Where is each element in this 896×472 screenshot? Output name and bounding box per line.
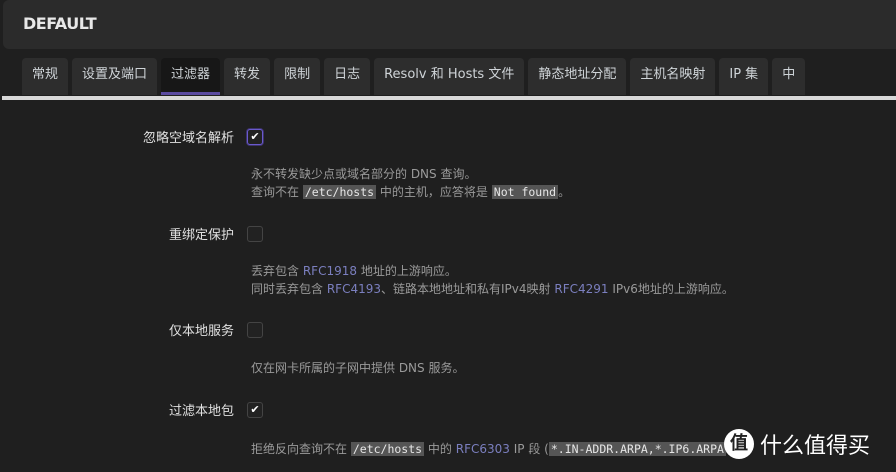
label-bogus-priv: 过滤本地包	[168, 404, 234, 419]
checkbox-local-service[interactable]	[247, 322, 263, 338]
tab-filter[interactable]: 过滤器	[161, 58, 221, 95]
text: IP 段 (	[513, 442, 549, 456]
code: /etc/hosts	[302, 185, 377, 199]
desc-domain-needed: 永不转发缺少点或域名部分的 DNS 查询。 查询不在 /etc/hosts 中的…	[251, 165, 570, 201]
desc-line: 查询不在 /etc/hosts 中的主机，应答将是 Not found。	[251, 183, 570, 201]
tab-forward[interactable]: 转发	[224, 58, 271, 95]
tab-general[interactable]: 常规	[22, 58, 69, 95]
text: IPv6地址的上游响应。	[612, 282, 734, 296]
desc-rebind-protection: 丢弃包含 RFC1918 地址的上游响应。 同时丢弃包含 RFC4193、链路本…	[251, 262, 734, 298]
text: 同时丢弃包含	[251, 282, 324, 296]
checkbox-rebind-protection[interactable]	[247, 226, 263, 242]
watermark-logo: 值什么值得买	[724, 428, 870, 460]
tab-resolv-hosts[interactable]: Resolv 和 Hosts 文件	[374, 58, 525, 95]
rfc-link[interactable]: RFC4193	[327, 282, 381, 296]
code: Not found	[491, 185, 559, 199]
section-header: DEFAULT	[3, 0, 896, 49]
check-icon: ✔	[250, 130, 260, 143]
checkbox-domain-needed[interactable]: ✔	[247, 129, 263, 145]
desc-line: 丢弃包含 RFC1918 地址的上游响应。	[251, 262, 734, 280]
desc-bogus-priv: 拒绝反向查询不在 /etc/hosts 中的 RFC6303 IP 段 (*.I…	[251, 440, 726, 458]
tab-ipsets[interactable]: IP 集	[719, 58, 769, 95]
code: /etc/hosts	[350, 442, 425, 456]
check-icon: ✔	[250, 403, 260, 416]
label-local-service: 仅本地服务	[168, 324, 234, 339]
tab-limits[interactable]: 限制	[274, 58, 321, 95]
tab-static-leases[interactable]: 静态地址分配	[528, 58, 627, 95]
text: 、链路本地地址和私有IPv4映射	[381, 282, 551, 296]
rfc-link[interactable]: RFC4291	[554, 282, 608, 296]
tab-more[interactable]: 中	[772, 58, 806, 95]
desc-line: 永不转发缺少点或域名部分的 DNS 查询。	[251, 167, 477, 181]
text: 拒绝反向查询不在	[251, 442, 348, 456]
text: 地址的上游响应。	[360, 264, 457, 278]
rfc-link[interactable]: RFC1918	[303, 264, 357, 278]
label-rebind-protection: 重绑定保护	[168, 228, 234, 243]
tab-settings-ports[interactable]: 设置及端口	[72, 58, 158, 95]
tab-log[interactable]: 日志	[324, 58, 371, 95]
text: 中的	[427, 442, 452, 456]
code: *.IN-ADDR.ARPA,*.IP6.ARPA	[548, 442, 726, 456]
tab-hostnames[interactable]: 主机名映射	[630, 58, 716, 95]
text: 。	[558, 185, 571, 199]
logo-icon: 值	[724, 429, 754, 459]
section-title: DEFAULT	[23, 14, 97, 33]
desc-line: 同时丢弃包含 RFC4193、链路本地地址和私有IPv4映射 RFC4291 I…	[251, 280, 734, 298]
text: 丢弃包含	[251, 264, 300, 278]
text: 中的主机，应答将是	[379, 185, 488, 199]
checkbox-bogus-priv[interactable]: ✔	[247, 402, 263, 418]
text: 查询不在	[251, 185, 300, 199]
desc-local-service: 仅在网卡所属的子网中提供 DNS 服务。	[251, 361, 465, 375]
tab-divider	[2, 96, 896, 100]
watermark-text: 什么值得买	[760, 434, 871, 459]
rfc-link[interactable]: RFC6303	[456, 442, 510, 456]
label-domain-needed: 忽略空域名解析	[142, 131, 234, 146]
tab-bar: 常规 设置及端口 过滤器 转发 限制 日志 Resolv 和 Hosts 文件 …	[22, 58, 806, 95]
